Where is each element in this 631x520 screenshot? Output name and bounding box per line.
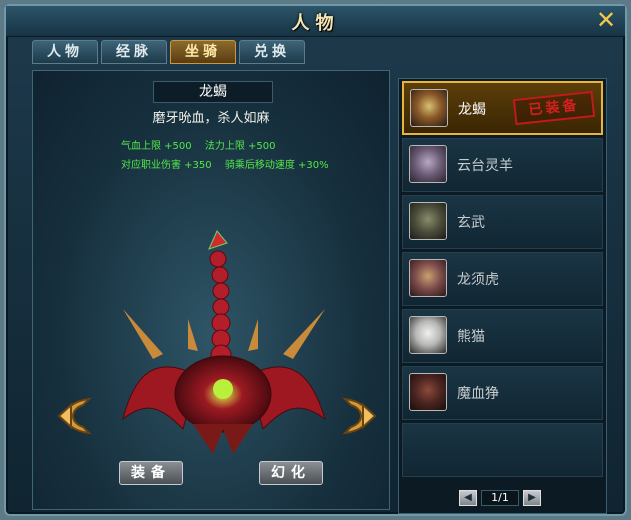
- tab-character[interactable]: 人物: [32, 40, 98, 64]
- mount-detail-panel: 龙蝎 磨牙吮血，杀人如麻 气血上限 +500 法力上限 +500 对应职业伤害 …: [32, 70, 390, 510]
- mount-list-item-yuntai-sheep[interactable]: 云台灵羊: [402, 138, 603, 192]
- mount-list-item-moxuezheng[interactable]: 魔血狰: [402, 366, 603, 420]
- mount-list-item-longxie[interactable]: 龙蝎 已装备: [402, 81, 603, 135]
- close-icon[interactable]: ✕: [595, 8, 617, 32]
- mount-model-image: [122, 230, 326, 454]
- mount-list-panel: 龙蝎 已装备 云台灵羊 玄武 龙须虎 熊猫 魔血狰 ◀ 1/1 ▶: [398, 78, 607, 514]
- panda-mount-icon: [409, 316, 447, 354]
- mount-description: 磨牙吮血，杀人如麻: [152, 111, 270, 126]
- tortoise-mount-icon: [409, 202, 447, 240]
- mount-list-item-xuanwu[interactable]: 玄武: [402, 195, 603, 249]
- stat-damage: 对应职业伤害 +350: [121, 160, 212, 171]
- stat-hp: 气血上限 +500: [121, 141, 192, 152]
- arrow-left-icon[interactable]: [55, 393, 95, 439]
- scorpion-mount-icon: [410, 89, 448, 127]
- mount-label: 云台灵羊: [457, 158, 513, 174]
- tab-mounts[interactable]: 坐骑: [170, 40, 236, 64]
- tab-exchange[interactable]: 兑换: [239, 40, 305, 64]
- mount-label: 玄武: [457, 215, 485, 231]
- mount-label: 龙蝎: [458, 102, 486, 118]
- window-title: 人物: [291, 13, 340, 34]
- stat-speed: 骑乘后移动速度 +30%: [224, 160, 329, 171]
- tab-bar: 人物 经脉 坐骑 兑换: [32, 40, 305, 66]
- mount-list-item-panda[interactable]: 熊猫: [402, 309, 603, 363]
- equip-button[interactable]: 装备: [119, 461, 183, 485]
- title-bar[interactable]: 人物 ✕: [6, 6, 625, 37]
- arrow-right-icon[interactable]: [339, 393, 379, 439]
- equipped-stamp: 已装备: [512, 90, 596, 126]
- pagination: ◀ 1/1 ▶: [459, 489, 541, 507]
- mount-label: 龙须虎: [457, 272, 499, 288]
- mount-label: 魔血狰: [457, 386, 499, 402]
- mount-list-item-longxu-tiger[interactable]: 龙须虎: [402, 252, 603, 306]
- sheep-mount-icon: [409, 145, 447, 183]
- mount-label: 熊猫: [457, 329, 485, 345]
- page-prev-icon[interactable]: ◀: [459, 490, 477, 506]
- stat-mp: 法力上限 +500: [204, 141, 276, 152]
- mount-stats: 气血上限 +500 法力上限 +500 对应职业伤害 +350 骑乘后移动速度 …: [121, 137, 381, 175]
- page-indicator: 1/1: [481, 490, 519, 506]
- mount-name: 龙蝎: [153, 81, 273, 103]
- beast-mount-icon: [409, 373, 447, 411]
- character-window: 人物 ✕ 人物 经脉 坐骑 兑换 龙蝎 磨牙吮血，杀人如麻 气血上限 +500 …: [4, 4, 627, 516]
- page-next-icon[interactable]: ▶: [523, 490, 541, 506]
- transform-button[interactable]: 幻化: [259, 461, 323, 485]
- tiger-mount-icon: [409, 259, 447, 297]
- mount-list-item-empty: [402, 423, 603, 477]
- tab-meridians[interactable]: 经脉: [101, 40, 167, 64]
